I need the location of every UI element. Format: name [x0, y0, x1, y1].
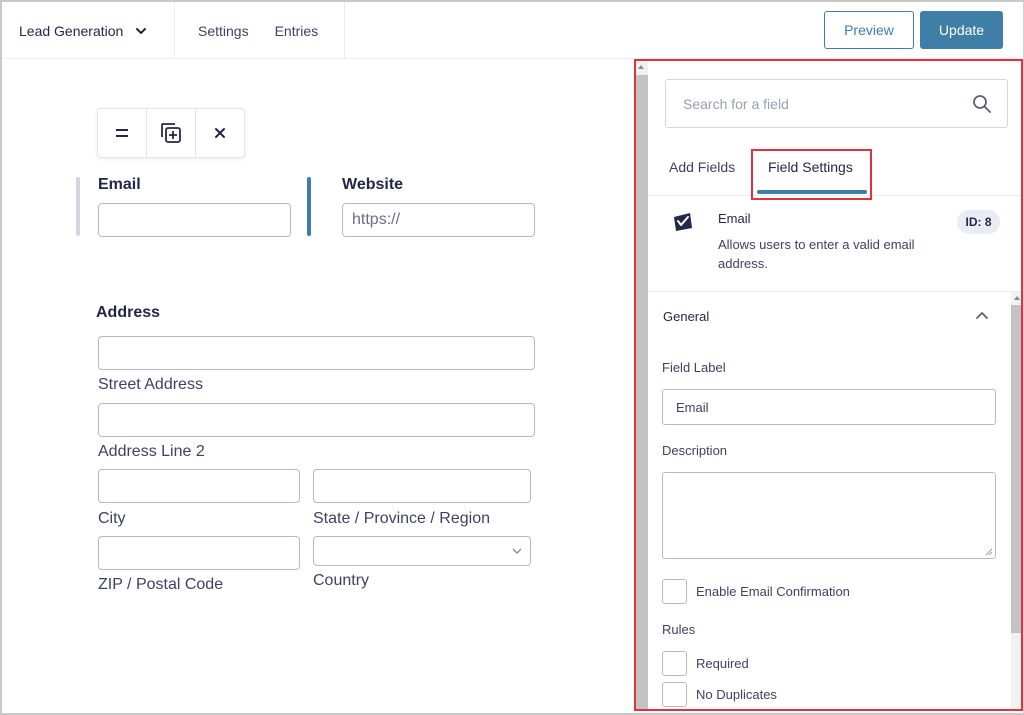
- address-line2-input[interactable]: [98, 403, 535, 437]
- address-line2-label: Address Line 2: [98, 443, 205, 460]
- duplicate-button[interactable]: [147, 109, 196, 157]
- field-label-label: Field Label: [662, 360, 726, 375]
- description-textarea[interactable]: [662, 472, 996, 559]
- zip-label: ZIP / Postal Code: [98, 576, 224, 593]
- field-search-input[interactable]: Search for a field: [665, 79, 1008, 128]
- enable-email-confirmation-label[interactable]: Enable Email Confirmation: [696, 584, 850, 599]
- email-field-indicator: [76, 177, 80, 236]
- email-field-label: Email: [98, 176, 141, 193]
- city-input[interactable]: [98, 469, 300, 503]
- general-section-title[interactable]: General: [663, 309, 709, 324]
- preview-button[interactable]: Preview: [824, 11, 914, 49]
- no-duplicates-label[interactable]: No Duplicates: [696, 687, 777, 702]
- website-field-label: Website: [342, 176, 404, 193]
- form-name: Lead Generation: [19, 22, 124, 39]
- tab-add-fields[interactable]: Add Fields: [669, 159, 735, 175]
- scroll-up-arrow-icon[interactable]: [638, 65, 644, 69]
- delete-icon: [215, 128, 225, 138]
- search-placeholder: Search for a field: [683, 95, 789, 112]
- duplicate-icon: [161, 123, 181, 143]
- field-type-title: Email: [718, 211, 751, 226]
- rules-label: Rules: [662, 622, 696, 637]
- country-label: Country: [313, 572, 370, 589]
- scrollbar-thumb[interactable]: [1011, 305, 1021, 633]
- delete-button[interactable]: [196, 109, 244, 157]
- city-label: City: [98, 510, 126, 527]
- email-input[interactable]: [98, 203, 291, 237]
- selected-field-info: Email Allows users to enter a valid emai…: [648, 197, 1021, 292]
- website-input[interactable]: https://: [342, 203, 535, 237]
- field-id-badge: ID: 8: [957, 210, 1000, 234]
- panel-scrollbar[interactable]: [636, 61, 648, 709]
- required-checkbox[interactable]: [662, 651, 687, 676]
- top-nav: Settings Entries: [175, 2, 345, 59]
- no-duplicates-checkbox[interactable]: [662, 682, 687, 707]
- address-field-label: Address: [96, 304, 161, 321]
- form-switcher[interactable]: Lead Generation: [2, 2, 175, 59]
- country-select[interactable]: [313, 536, 531, 566]
- chevron-down-icon: [512, 548, 522, 554]
- website-field-indicator: [307, 177, 311, 236]
- general-settings: General Field Label Email Description En…: [648, 292, 1021, 709]
- tab-highlight-outline: [751, 149, 872, 200]
- update-button[interactable]: Update: [920, 11, 1003, 49]
- scroll-up-arrow-icon[interactable]: [1014, 296, 1020, 300]
- description-label: Description: [662, 443, 728, 458]
- top-bar: Lead Generation Settings Entries Preview…: [2, 2, 1022, 59]
- zip-input[interactable]: [98, 536, 300, 570]
- field-type-description: Allows users to enter a valid email addr…: [718, 237, 915, 271]
- street-address-input[interactable]: [98, 336, 535, 370]
- state-input[interactable]: [313, 469, 531, 503]
- chevron-down-icon: [136, 27, 147, 34]
- enable-email-confirmation-checkbox[interactable]: [662, 579, 687, 604]
- state-label: State / Province / Region: [313, 510, 490, 527]
- nav-entries[interactable]: Entries: [275, 23, 319, 39]
- email-check-icon: [674, 213, 692, 231]
- field-label-input[interactable]: Email: [662, 389, 996, 425]
- field-settings-panel: Search for a field Add Fields Field Sett…: [634, 59, 1023, 711]
- street-address-label: Street Address: [98, 376, 203, 393]
- resize-grip-icon[interactable]: [985, 548, 993, 556]
- drag-handle-icon: [116, 129, 128, 137]
- field-toolbar: [97, 108, 245, 158]
- nav-settings[interactable]: Settings: [198, 23, 249, 39]
- settings-scrollbar[interactable]: [1011, 292, 1021, 709]
- required-label[interactable]: Required: [696, 656, 749, 671]
- chevron-up-icon[interactable]: [975, 310, 989, 320]
- drag-button[interactable]: [98, 109, 147, 157]
- search-icon: [973, 95, 991, 113]
